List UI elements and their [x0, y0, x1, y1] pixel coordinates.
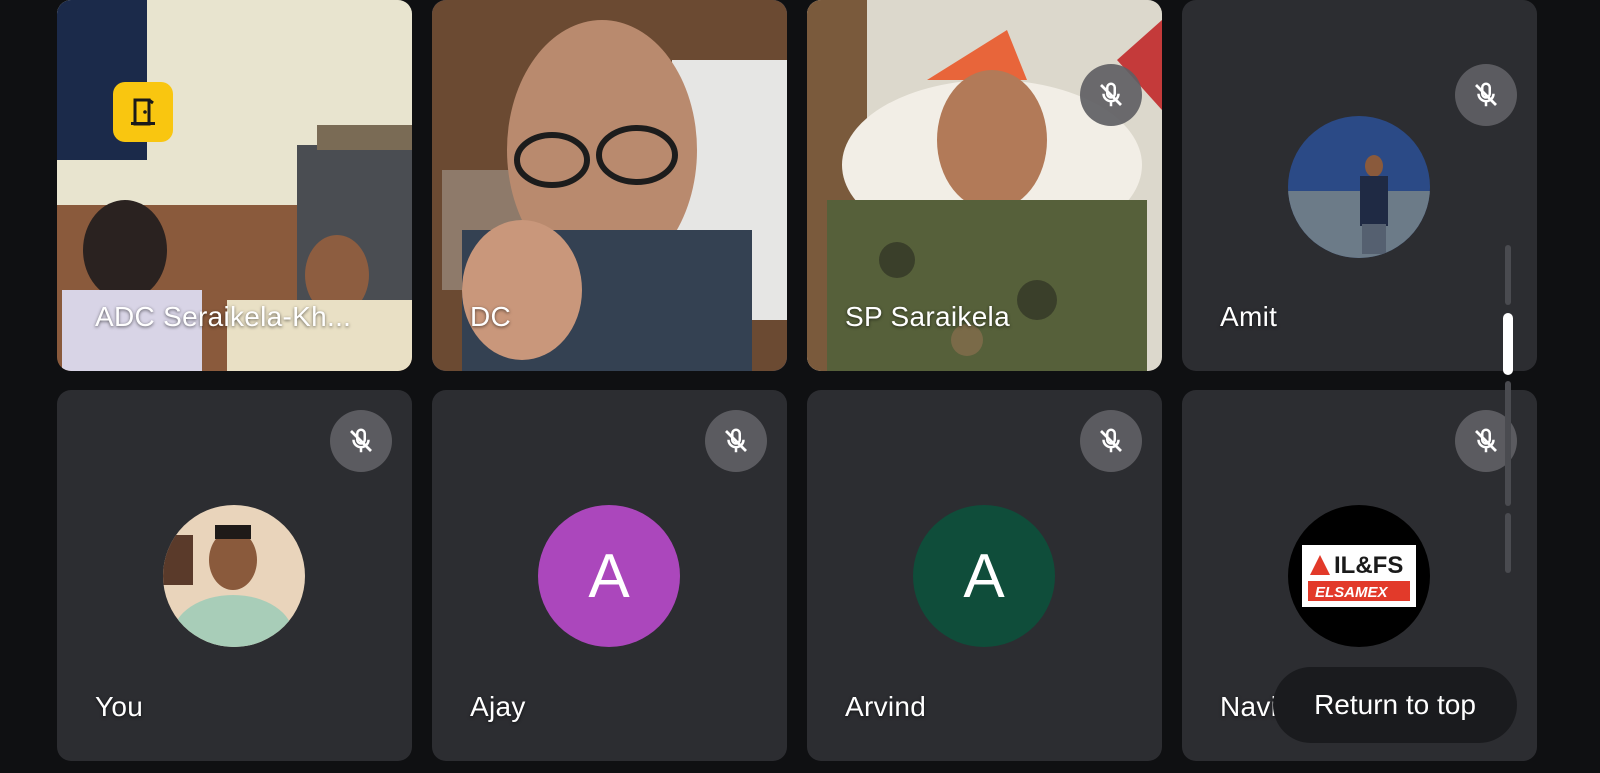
participant-tile-amit[interactable]: Amit [1182, 0, 1537, 371]
avatar: A [913, 505, 1055, 647]
participant-name: ADC Seraikela-Kh... [95, 301, 352, 332]
participant-tile-ajay[interactable]: A Ajay [432, 390, 787, 761]
scroll-track [1505, 513, 1511, 573]
scrollbar[interactable] [1503, 245, 1513, 575]
mic-off-indicator [1080, 410, 1142, 472]
participant-tile-arvind[interactable]: A Arvind [807, 390, 1162, 761]
mic-off-indicator [705, 410, 767, 472]
return-to-top-button[interactable]: Return to top [1273, 667, 1517, 743]
avatar [1288, 116, 1430, 258]
mic-off-indicator [1455, 64, 1517, 126]
host-badge [113, 82, 173, 142]
scroll-track [1505, 245, 1511, 305]
mic-off-indicator [330, 410, 392, 472]
mic-off-icon [1475, 82, 1497, 107]
participant-name: Amit [1220, 301, 1278, 332]
mic-off-icon [1100, 428, 1122, 453]
participant-name: You [95, 691, 144, 722]
scroll-thumb[interactable] [1503, 313, 1513, 375]
mic-off-icon [725, 428, 747, 453]
avatar: IL&FS ELSAMEX [1288, 505, 1430, 647]
avatar [163, 505, 305, 647]
avatar-photo [163, 505, 305, 647]
participant-name: Ajay [470, 691, 526, 722]
participant-name: SP Saraikela [845, 301, 1010, 332]
avatar-letter: A [963, 541, 1005, 611]
participant-name: Arvind [845, 691, 927, 722]
mic-off-icon [1475, 428, 1497, 453]
avatar-photo [1288, 116, 1430, 258]
mic-off-icon [1100, 82, 1122, 107]
participant-tile-dc[interactable]: DC [432, 0, 787, 371]
participant-tile-sp[interactable]: SP Saraikela [807, 0, 1162, 371]
logo-text-top: IL&FS [1334, 552, 1403, 579]
mic-off-indicator [1080, 64, 1142, 126]
company-logo: IL&FS ELSAMEX [1302, 545, 1416, 607]
participant-name: DC [470, 301, 512, 332]
scroll-track [1505, 381, 1511, 506]
door-icon [131, 98, 155, 126]
logo-text-bottom: ELSAMEX [1315, 584, 1389, 601]
participant-tile-adc[interactable]: ADC Seraikela-Kh... [57, 0, 412, 371]
avatar-letter: A [588, 541, 630, 611]
mic-off-icon [350, 428, 372, 453]
participant-tile-you[interactable]: You [57, 390, 412, 761]
avatar: A [538, 505, 680, 647]
